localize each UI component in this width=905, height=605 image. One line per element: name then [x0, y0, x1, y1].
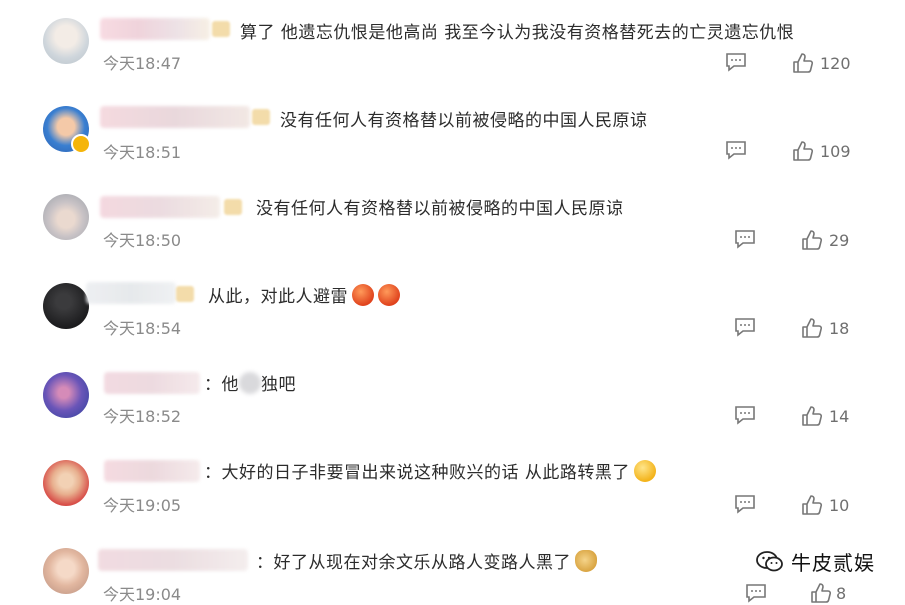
reply-icon[interactable] — [734, 405, 756, 425]
like-count: 14 — [829, 407, 850, 426]
like-count: 18 — [829, 319, 850, 338]
reply-icon[interactable] — [725, 52, 747, 72]
like-count: 120 — [820, 54, 851, 73]
comment-text: 从此，对此人避雷 — [208, 282, 400, 307]
avatar[interactable] — [43, 194, 89, 240]
like-icon[interactable] — [801, 229, 823, 251]
like-icon[interactable] — [801, 405, 823, 427]
avatar[interactable] — [43, 106, 91, 154]
avatar[interactable] — [43, 372, 89, 418]
like-icon[interactable] — [801, 317, 823, 339]
comment-text: 算了 他遗忘仇恨是他高尚 我至今认为我没有资格替死去的亡灵遗忘仇恨 — [240, 23, 795, 43]
comment-time: 今天18:50 — [103, 231, 182, 250]
angry-face-emoji — [352, 284, 374, 306]
username-redacted[interactable] — [100, 18, 210, 40]
comment-time: 今天19:04 — [103, 585, 182, 604]
username-redacted[interactable] — [98, 549, 248, 571]
comment-text: ：好了从现在对余文乐从路人变路人黑了 — [256, 548, 597, 573]
comment-item: 从此，对此人避雷 今天18:54 18 — [0, 278, 905, 366]
username-redacted[interactable] — [100, 106, 250, 128]
comment-time: 今天18:47 — [103, 54, 182, 73]
comment-text-body: 从此，对此人避雷 — [208, 287, 348, 307]
avatar[interactable] — [43, 283, 89, 329]
username-redacted[interactable] — [86, 282, 176, 304]
reply-icon[interactable] — [734, 317, 756, 337]
comment-text: 没有任何人有资格替以前被侵略的中国人民原谅 — [256, 199, 624, 219]
reply-icon[interactable] — [734, 494, 756, 514]
comment-text-body: ：大好的日子非要冒出来说这种败兴的话 从此路转黑了 — [204, 463, 630, 483]
reply-icon[interactable] — [745, 583, 767, 603]
comment-text: ：他 独吧 — [204, 370, 296, 395]
like-icon[interactable] — [801, 494, 823, 516]
verified-badge-icon — [71, 134, 91, 154]
comment-text: ：大好的日子非要冒出来说这种败兴的话 从此路转黑了 — [204, 458, 656, 483]
username-redacted[interactable] — [104, 460, 200, 482]
comment-time: 今天18:52 — [103, 407, 182, 426]
reply-icon[interactable] — [734, 229, 756, 249]
comment-item: 算了 他遗忘仇恨是他高尚 我至今认为我没有资格替死去的亡灵遗忘仇恨 今天18:4… — [0, 14, 905, 102]
like-count: 10 — [829, 496, 850, 515]
like-count: 29 — [829, 231, 850, 250]
comment-time: 今天18:51 — [103, 143, 182, 162]
like-icon[interactable] — [792, 140, 814, 162]
comment-text: 没有任何人有资格替以前被侵略的中国人民原谅 — [280, 111, 648, 131]
comment-time: 今天19:05 — [103, 496, 182, 515]
comment-item: 没有任何人有资格替以前被侵略的中国人民原谅 今天18:51 109 — [0, 102, 905, 190]
comment-time: 今天18:54 — [103, 319, 182, 338]
angry-face-emoji — [378, 284, 400, 306]
comment-text-prefix: ：他 — [204, 375, 239, 395]
watermark: 牛皮贰娱 — [755, 547, 875, 576]
avatar[interactable] — [43, 548, 89, 594]
watermark-text: 牛皮贰娱 — [791, 551, 875, 575]
comment-item: ：他 独吧 今天18:52 14 — [0, 366, 905, 454]
comment-text-body: ：好了从现在对余文乐从路人变路人黑了 — [256, 553, 571, 573]
comment-text-suffix: 独吧 — [261, 375, 296, 395]
folded-hands-emoji — [575, 550, 597, 572]
like-count: 109 — [820, 142, 851, 161]
username-redacted[interactable] — [104, 372, 200, 394]
censored-character — [239, 372, 261, 394]
like-icon[interactable] — [792, 52, 814, 74]
comment-item: 没有任何人有资格替以前被侵略的中国人民原谅 今天18:50 29 — [0, 190, 905, 278]
wechat-icon — [756, 550, 783, 571]
avatar[interactable] — [43, 18, 89, 64]
like-count: 8 — [836, 584, 847, 603]
comment-item: ：大好的日子非要冒出来说这种败兴的话 从此路转黑了 今天19:05 10 — [0, 454, 905, 542]
username-redacted[interactable] — [100, 196, 220, 218]
avatar[interactable] — [43, 460, 89, 506]
reply-icon[interactable] — [725, 140, 747, 160]
fearful-face-emoji — [633, 460, 656, 482]
